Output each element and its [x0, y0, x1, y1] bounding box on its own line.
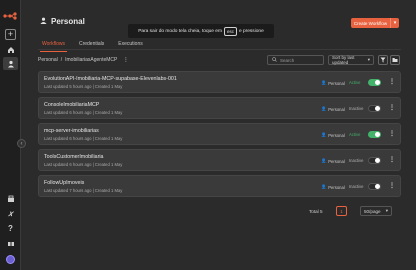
active-toggle[interactable]: [368, 157, 381, 164]
workflow-meta: Last updated 6 hours ago | Created 1 May: [44, 136, 123, 141]
total-count: Total 5: [309, 209, 323, 214]
user-icon[interactable]: [3, 57, 18, 70]
sort-select[interactable]: Sort by last updated ▾: [328, 55, 374, 65]
workflow-name[interactable]: ConsoleImobiliariaMCP: [44, 102, 99, 108]
owner-badge: 👤 Personal: [321, 158, 345, 164]
toast-suffix: e pressione: [238, 28, 264, 34]
workflow-name[interactable]: ToolsCustomerImobiliaria: [44, 154, 103, 160]
owner-label: Personal: [328, 184, 345, 190]
owner-label: Personal: [328, 80, 345, 86]
fullscreen-toast: Para sair do modo tela cheia, toque em e…: [128, 24, 274, 38]
page-title: Personal: [40, 17, 85, 26]
esc-key: esc: [223, 26, 237, 36]
breadcrumb-folder[interactable]: ImobiliariasAgenteMCP: [65, 57, 117, 63]
page-button[interactable]: 1: [336, 206, 347, 216]
chevron-down-icon[interactable]: ▾: [390, 18, 399, 28]
more-options-icon[interactable]: ⋮: [389, 78, 395, 85]
active-toggle[interactable]: [368, 79, 381, 86]
sort-label: Sort by last updated: [332, 55, 355, 65]
status-label: Active: [349, 80, 361, 85]
chevron-down-icon: ▾: [367, 57, 370, 62]
collapse-sidebar-icon[interactable]: ‹: [17, 139, 26, 148]
more-options-icon[interactable]: ⋮: [389, 104, 395, 111]
per-page-select[interactable]: 50/page ▾: [360, 206, 392, 216]
search-placeholder: Search: [280, 57, 295, 63]
workflow-meta: Last updated 7 hours ago | Created 1 May: [44, 188, 123, 193]
person-icon: 👤: [321, 158, 327, 163]
gift-icon[interactable]: [5, 237, 16, 248]
owner-label: Personal: [328, 106, 345, 112]
divider: [38, 49, 401, 50]
breadcrumb-more-icon[interactable]: ⋮: [123, 57, 128, 63]
workflow-row[interactable]: ToolsCustomerImobiliaria Last updated 6 …: [38, 149, 401, 171]
status-label: Inactive: [349, 158, 364, 163]
person-icon: [40, 17, 47, 26]
person-icon: 👤: [321, 80, 327, 85]
active-toggle[interactable]: [368, 183, 381, 190]
page-title-text: Personal: [51, 17, 85, 26]
breadcrumb-root[interactable]: Personal: [38, 57, 58, 63]
active-toggle[interactable]: [368, 131, 381, 138]
toast-prefix: Para sair do modo tela cheia, toque em: [138, 28, 222, 34]
workflow-row[interactable]: ConsoleImobiliariaMCP Last updated 6 hou…: [38, 97, 401, 119]
add-icon[interactable]: +: [5, 29, 16, 40]
owner-label: Personal: [328, 132, 345, 138]
folder-icon: [392, 58, 398, 62]
filter-button[interactable]: [378, 55, 388, 65]
home-icon[interactable]: [5, 44, 16, 55]
breadcrumb: Personal / ImobiliariasAgenteMCP ⋮: [38, 57, 128, 63]
variables-icon[interactable]: 𝑥: [5, 208, 16, 219]
help-icon[interactable]: ?: [5, 223, 16, 234]
status-label: Inactive: [349, 106, 364, 111]
more-options-icon[interactable]: ⋮: [389, 156, 395, 163]
status-label: Inactive: [349, 184, 364, 189]
tab-bar: Workflows Credentials Executions: [40, 40, 145, 52]
workflow-row[interactable]: FollowUpImoveis Last updated 7 hours ago…: [38, 175, 401, 197]
workflow-name[interactable]: FollowUpImoveis: [44, 180, 84, 186]
person-icon: 👤: [321, 184, 327, 189]
status-label: Active: [349, 132, 361, 137]
filter-icon: [380, 57, 386, 63]
workflow-meta: Last updated 6 hours ago | Created 1 May: [44, 162, 123, 167]
owner-badge: 👤 Personal: [321, 132, 345, 138]
n8n-logo-icon[interactable]: [3, 12, 18, 20]
search-input[interactable]: Search: [267, 55, 324, 65]
workflow-name[interactable]: mcp-server-imobiliarias: [44, 128, 99, 134]
search-icon: [272, 57, 277, 63]
workflow-row[interactable]: mcp-server-imobiliarias Last updated 6 h…: [38, 123, 401, 145]
active-toggle[interactable]: [368, 105, 381, 112]
owner-badge: 👤 Personal: [321, 184, 345, 190]
avatar[interactable]: [6, 255, 15, 264]
person-icon: 👤: [321, 106, 327, 111]
more-options-icon[interactable]: ⋮: [389, 182, 395, 189]
workflow-name[interactable]: EvolutionAPI-Imobiliaria-MCP-supabase-El…: [44, 76, 177, 82]
create-workflow-label: Create Workflow: [353, 20, 388, 26]
workflow-meta: Last updated 5 hours ago | Created 1 May: [44, 84, 123, 89]
tab-workflows[interactable]: Workflows: [40, 40, 67, 52]
tab-credentials[interactable]: Credentials: [77, 40, 106, 52]
workflow-meta: Last updated 6 hours ago | Created 1 May: [44, 110, 123, 115]
folder-button[interactable]: [390, 55, 400, 65]
templates-icon[interactable]: [5, 193, 16, 204]
owner-label: Personal: [328, 158, 345, 164]
person-icon: 👤: [321, 132, 327, 137]
more-options-icon[interactable]: ⋮: [389, 130, 395, 137]
sidebar: + 𝑥 ?: [0, 0, 21, 270]
owner-badge: 👤 Personal: [321, 106, 345, 112]
workflow-row[interactable]: EvolutionAPI-Imobiliaria-MCP-supabase-El…: [38, 71, 401, 93]
create-workflow-button[interactable]: Create Workflow ▾: [351, 18, 399, 28]
tab-executions[interactable]: Executions: [116, 40, 144, 52]
owner-badge: 👤 Personal: [321, 80, 345, 86]
chevron-down-icon: ▾: [385, 208, 388, 213]
breadcrumb-separator: /: [60, 57, 63, 63]
per-page-label: 50/page: [364, 208, 381, 214]
